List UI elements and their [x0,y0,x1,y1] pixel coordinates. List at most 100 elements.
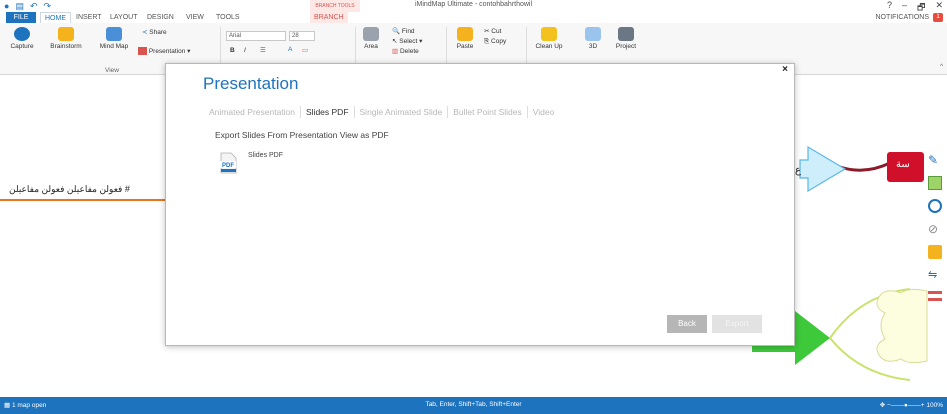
clean-up-label: Clean Up [535,43,563,50]
share-label: Share [149,29,167,36]
close-dialog-button[interactable]: × [782,64,788,75]
tab-bullet-point-slides[interactable]: Bullet Point Slides [448,106,528,118]
share-button[interactable]: ≺ Share [142,28,167,36]
paste-button[interactable]: Paste [452,27,478,50]
fit-icon[interactable]: ✥ [880,402,885,409]
pdf-badge-text: PDF [222,163,234,169]
clipboard-group: ✂ Cut ⎘ Copy [484,27,506,47]
capture-button[interactable]: Capture [6,27,38,50]
relationship-icon[interactable] [928,245,942,259]
3d-label: 3D [588,43,598,50]
tab-single-animated-slide[interactable]: Single Animated Slide [355,106,449,118]
select-button[interactable]: ↖ Select ▾ [392,37,422,47]
project-label: Project [615,43,637,50]
3d-icon [585,27,601,41]
tab-view[interactable]: VIEW [182,12,208,23]
branch-line-red [839,161,891,172]
presentation-icon [138,47,147,56]
delete-icon: ▥ [392,48,399,55]
group-view-label: View [105,67,119,74]
tab-home[interactable]: HOME [40,12,71,23]
align-icon[interactable]: ☰ [260,46,266,54]
pencil-icon[interactable]: ✎ [928,153,942,167]
zoom-level: 100% [926,402,943,409]
find-button[interactable]: 🔍 Find [392,27,422,37]
highlight-icon[interactable]: ▭ [302,46,308,54]
mind-map-button[interactable]: Mind Map [92,27,136,50]
cut-label: Cut [491,28,502,35]
clean-up-icon [541,27,557,41]
area-label: Area [364,43,378,50]
export-button[interactable]: Export [712,315,762,333]
delete-button[interactable]: ▥ Delete [392,47,422,57]
notifications-button[interactable]: NOTIFICATIONS [875,12,929,23]
area-button[interactable]: Area [359,27,383,50]
project-icon [618,27,634,41]
presentation-button[interactable]: Presentation ▾ [138,47,191,56]
tab-insert[interactable]: INSERT [72,12,106,23]
3d-button[interactable]: 3D [582,27,604,50]
ribbon-tabs: FILE HOME INSERT LAYOUT DESIGN VIEW TOOL… [0,12,947,23]
tab-tools[interactable]: TOOLS [212,12,244,23]
delete-label: Delete [399,48,419,55]
task-icon[interactable] [928,291,942,301]
notifications-badge: 1 [933,13,943,22]
text-color-icon[interactable]: A [288,46,292,53]
zoom-control[interactable]: ✥ −——●——+ 100% [880,401,943,409]
tab-layout[interactable]: LAYOUT [106,12,142,23]
ribbon-collapse-icon[interactable]: ^ [940,63,943,70]
arrow-node[interactable] [799,145,847,193]
attachment-icon[interactable]: ⊘ [928,222,942,236]
brainstorm-button[interactable]: Brainstorm [44,27,88,50]
star-icon[interactable] [928,199,942,213]
tab-animated-presentation[interactable]: Animated Presentation [209,106,301,118]
tab-branch[interactable]: BRANCH [310,12,348,23]
mind-map-label: Mind Map [99,43,129,50]
central-node-text[interactable]: # فعولن مفاعيلن فعولن مفاعيلن [9,184,130,195]
tab-slides-pdf[interactable]: Slides PDF [301,106,355,118]
area-icon [363,27,379,41]
paste-label: Paste [456,43,474,50]
share-icon: ≺ [142,29,148,36]
cut-button[interactable]: ✂ Cut [484,27,506,37]
capture-label: Capture [10,43,34,50]
font-size-select[interactable]: 28 [289,31,315,41]
keyboard-hint: Tab, Enter, Shift+Tab, Shift+Enter [425,401,522,408]
section-title: Export Slides From Presentation View as … [215,130,389,140]
tab-file[interactable]: FILE [6,12,36,23]
arrow-node-text: ع [795,165,801,176]
back-button[interactable]: Back [667,315,707,333]
brainstorm-icon [58,27,74,41]
link-icon[interactable]: ⇋ [928,268,942,282]
image-icon[interactable] [928,176,942,190]
find-select-delete-group: 🔍 Find ↖ Select ▾ ▥ Delete [392,27,422,57]
presentation-dialog: × Presentation Animated Presentation Sli… [165,63,795,346]
title-bar: ● ▤ ↶ ↷ BRANCH TOOLS iMindMap Ultimate -… [0,0,947,12]
pdf-file-icon: PDF [220,152,237,174]
right-tool-rail: ✎ ⊘ ⇋ [924,153,947,310]
project-button[interactable]: Project [610,27,642,50]
italic-button[interactable]: I [244,47,246,54]
mind-map-icon [106,27,122,41]
font-family-select[interactable]: Arial [226,31,286,41]
find-label: Find [401,28,415,35]
window-title: iMindMap Ultimate - contohbahrthowil [414,1,533,8]
clean-up-button[interactable]: Clean Up [531,27,567,50]
red-node-text: سة [896,159,910,170]
copy-button[interactable]: ⎘ Copy [484,37,506,47]
presentation-label: Presentation ▾ [148,48,191,55]
status-bar: ▦ 1 map open Tab, Enter, Shift+Tab, Shif… [0,397,947,414]
copy-label: Copy [491,38,507,45]
paste-icon [457,27,473,41]
dialog-tabs: Animated Presentation Slides PDF Single … [209,106,559,118]
tab-video[interactable]: Video [528,106,560,118]
slides-pdf-label: Slides PDF [248,152,284,159]
select-label: Select ▾ [399,38,423,45]
slides-pdf-option[interactable]: PDF Slides PDF [218,152,283,174]
bold-button[interactable]: B [230,47,235,54]
tab-design[interactable]: DESIGN [143,12,178,23]
zoom-slider[interactable]: −——●——+ [887,402,925,409]
central-branch-line [0,199,170,201]
brainstorm-label: Brainstorm [50,43,82,50]
cloud-node[interactable] [876,288,928,364]
